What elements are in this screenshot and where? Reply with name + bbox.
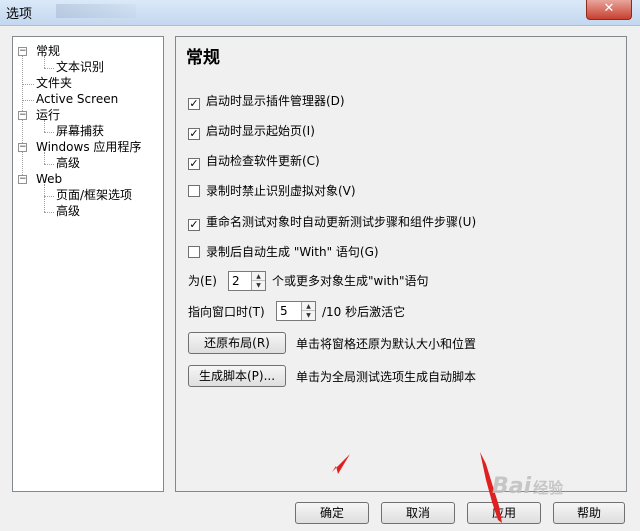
- tree-connector: [22, 100, 34, 101]
- tree-item-screen-capture[interactable]: 屏幕捕获: [56, 123, 104, 139]
- tree-item-active-screen[interactable]: Active Screen: [36, 91, 118, 107]
- title-bar: 选项 ✕: [0, 0, 640, 26]
- pointer-delay-value: 5: [280, 304, 288, 318]
- collapse-icon[interactable]: −: [18, 47, 27, 56]
- decrement-arrow-icon[interactable]: ▼: [252, 281, 265, 290]
- restore-layout-button[interactable]: 还原布局(R): [188, 332, 286, 354]
- tree-connector: [44, 132, 54, 133]
- with-threshold-stepper[interactable]: 2 ▲ ▼: [228, 271, 266, 291]
- collapse-icon[interactable]: −: [18, 111, 27, 120]
- generate-script-description: 单击为全局测试选项生成自动脚本: [296, 370, 477, 384]
- checkbox-box[interactable]: [188, 185, 200, 197]
- tree-item-label: 高级: [56, 204, 81, 218]
- with-threshold-label: 为(E): [188, 274, 217, 288]
- tree-item-label: 高级: [56, 156, 81, 170]
- baidu-watermark: Bai 经验: [492, 474, 563, 499]
- restore-layout-description: 单击将窗格还原为默认大小和位置: [296, 337, 477, 351]
- checkbox-auto-update-steps[interactable]: ✓ 重命名测试对象时自动更新测试步骤和组件步骤(U): [188, 214, 477, 231]
- checkbox-label: 启动时显示插件管理器(D): [206, 94, 345, 108]
- tree-connector: [44, 164, 54, 165]
- collapse-icon[interactable]: −: [18, 143, 27, 152]
- watermark-brand: Bai: [492, 474, 532, 499]
- checkbox-box[interactable]: [188, 246, 200, 258]
- tree-connector: [44, 212, 54, 213]
- tree-connector: [44, 68, 54, 69]
- ok-button[interactable]: 确定: [295, 502, 369, 524]
- stepper-buttons: ▲ ▼: [301, 302, 315, 320]
- checkbox-label: 重命名测试对象时自动更新测试步骤和组件步骤(U): [206, 215, 477, 229]
- general-settings-panel: 常规 ✓ 启动时显示插件管理器(D) ✓ 启动时显示起始页(I) ✓ 自动检查软件更新…: [175, 36, 627, 492]
- tree-item-label: Active Screen: [36, 92, 119, 106]
- options-tree[interactable]: − 常规 文本识别 文件夹 Active Screen − 运行 屏幕捕获 − …: [12, 36, 164, 492]
- tree-item-general[interactable]: 常规: [36, 43, 60, 59]
- checkbox-box[interactable]: ✓: [188, 219, 200, 231]
- tree-connector: [22, 84, 34, 85]
- tree-item-label: Windows 应用程序: [36, 140, 142, 154]
- cancel-button[interactable]: 取消: [381, 502, 455, 524]
- annotation-arrow-shape: [332, 454, 350, 474]
- tree-item-page-frame-options[interactable]: 页面/框架选项: [56, 187, 132, 203]
- pointer-delay-stepper[interactable]: 5 ▲ ▼: [276, 301, 316, 321]
- help-button[interactable]: 帮助: [553, 502, 625, 524]
- checkbox-label: 录制后自动生成 "With" 语句(G): [206, 245, 379, 259]
- decrement-arrow-icon[interactable]: ▼: [302, 311, 315, 320]
- title-bar-blurred-text: [56, 4, 136, 18]
- checkbox-show-start-page[interactable]: ✓ 启动时显示起始页(I): [188, 123, 315, 140]
- window-title: 选项: [6, 7, 33, 22]
- generate-script-button[interactable]: 生成脚本(P)...: [188, 365, 286, 387]
- annotation-arrow-icon: [332, 454, 350, 474]
- checkbox-generate-with[interactable]: 录制后自动生成 "With" 语句(G): [188, 244, 379, 260]
- with-threshold-suffix: 个或更多对象生成"with"语句: [272, 274, 429, 288]
- checkbox-disable-virtual-objects[interactable]: 录制时禁止识别虚拟对象(V): [188, 183, 356, 199]
- tree-item-run[interactable]: 运行: [36, 107, 60, 123]
- tree-item-web-advanced[interactable]: 高级: [56, 203, 80, 219]
- close-button[interactable]: ✕: [586, 0, 632, 20]
- checkbox-check-updates[interactable]: ✓ 自动检查软件更新(C): [188, 153, 320, 170]
- checkbox-box[interactable]: ✓: [188, 158, 200, 170]
- increment-arrow-icon[interactable]: ▲: [302, 302, 315, 311]
- tree-item-windows-apps[interactable]: Windows 应用程序: [36, 139, 141, 155]
- checkbox-show-addin-manager[interactable]: ✓ 启动时显示插件管理器(D): [188, 93, 345, 110]
- checkbox-label: 启动时显示起始页(I): [206, 124, 315, 138]
- checkbox-label: 录制时禁止识别虚拟对象(V): [206, 184, 356, 198]
- watermark-suffix: 经验: [533, 479, 564, 497]
- tree-item-label: 常规: [36, 44, 61, 58]
- tree-item-windows-advanced[interactable]: 高级: [56, 155, 80, 171]
- tree-item-label: Web: [36, 172, 63, 186]
- page-title: 常规: [186, 48, 220, 68]
- tree-item-text-recognition[interactable]: 文本识别: [56, 59, 104, 75]
- pointer-delay-label: 指向窗口时(T): [188, 305, 265, 319]
- collapse-icon[interactable]: −: [18, 175, 27, 184]
- stepper-buttons: ▲ ▼: [251, 272, 265, 290]
- tree-item-label: 屏幕捕获: [56, 124, 105, 138]
- tree-connector: [44, 196, 54, 197]
- checkbox-box[interactable]: ✓: [188, 128, 200, 140]
- tree-item-label: 文本识别: [56, 60, 105, 74]
- tree-item-web[interactable]: Web: [36, 171, 62, 187]
- increment-arrow-icon[interactable]: ▲: [252, 272, 265, 281]
- pointer-delay-suffix: /10 秒后激活它: [322, 305, 406, 319]
- checkbox-label: 自动检查软件更新(C): [206, 154, 320, 168]
- tree-item-label: 页面/框架选项: [56, 188, 133, 202]
- with-threshold-value: 2: [232, 274, 240, 288]
- tree-item-folders[interactable]: 文件夹: [36, 75, 72, 91]
- tree-item-label: 文件夹: [36, 76, 73, 90]
- checkbox-box[interactable]: ✓: [188, 98, 200, 110]
- tree-item-label: 运行: [36, 108, 61, 122]
- tree-connector: [44, 184, 45, 212]
